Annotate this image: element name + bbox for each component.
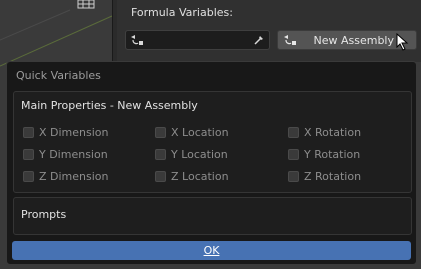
checkbox-box[interactable] xyxy=(288,149,299,160)
checkbox-box[interactable] xyxy=(23,149,34,160)
prompts-box: Prompts xyxy=(13,197,412,235)
checkbox-x-location[interactable]: X Location xyxy=(155,126,229,139)
properties-side-panel: Formula Variables: New Assembly xyxy=(112,0,421,62)
ok-button[interactable]: OK xyxy=(12,241,411,260)
checkbox-label: Y Rotation xyxy=(304,148,361,161)
quick-variables-popup: Quick Variables Main Properties - New As… xyxy=(6,61,417,265)
eyedropper-icon[interactable] xyxy=(253,34,265,46)
checkbox-label: X Dimension xyxy=(39,126,109,139)
checkbox-z-location[interactable]: Z Location xyxy=(155,170,229,183)
checkbox-label: Y Dimension xyxy=(39,148,108,161)
main-properties-title: Main Properties - New Assembly xyxy=(21,99,198,112)
checkbox-box[interactable] xyxy=(23,171,34,182)
main-properties-box: Main Properties - New Assembly X Dimensi… xyxy=(13,91,412,193)
checkbox-z-dimension[interactable]: Z Dimension xyxy=(23,170,109,183)
mouse-cursor-icon xyxy=(396,33,409,51)
new-assembly-label: New Assembly xyxy=(313,34,394,47)
formula-variables-label: Formula Variables: xyxy=(131,6,233,19)
checkbox-x-dimension[interactable]: X Dimension xyxy=(23,126,109,139)
checkbox-y-dimension[interactable]: Y Dimension xyxy=(23,148,108,161)
checkbox-y-rotation[interactable]: Y Rotation xyxy=(288,148,360,161)
checkbox-box[interactable] xyxy=(288,127,299,138)
checkbox-label: X Location xyxy=(171,126,229,139)
checkbox-label: Y Location xyxy=(171,148,228,161)
driver-icon xyxy=(284,35,296,45)
prompts-title: Prompts xyxy=(21,208,67,221)
checkbox-box[interactable] xyxy=(23,127,34,138)
checkbox-label: Z Location xyxy=(171,170,229,183)
formula-variable-field[interactable] xyxy=(125,30,270,50)
checkbox-box[interactable] xyxy=(155,127,166,138)
popup-title: Quick Variables xyxy=(16,69,101,82)
checkbox-box[interactable] xyxy=(155,171,166,182)
checkbox-box[interactable] xyxy=(288,171,299,182)
checkbox-x-rotation[interactable]: X Rotation xyxy=(288,126,361,139)
checkbox-y-location[interactable]: Y Location xyxy=(155,148,228,161)
grid-icon[interactable] xyxy=(76,0,96,10)
checkbox-label: Z Dimension xyxy=(39,170,109,183)
checkbox-box[interactable] xyxy=(155,149,166,160)
checkbox-label: Z Rotation xyxy=(304,170,362,183)
checkbox-z-rotation[interactable]: Z Rotation xyxy=(288,170,361,183)
driver-icon xyxy=(131,35,143,45)
checkbox-label: X Rotation xyxy=(304,126,362,139)
formula-panel: Formula Variables: New Assembly xyxy=(117,0,421,62)
